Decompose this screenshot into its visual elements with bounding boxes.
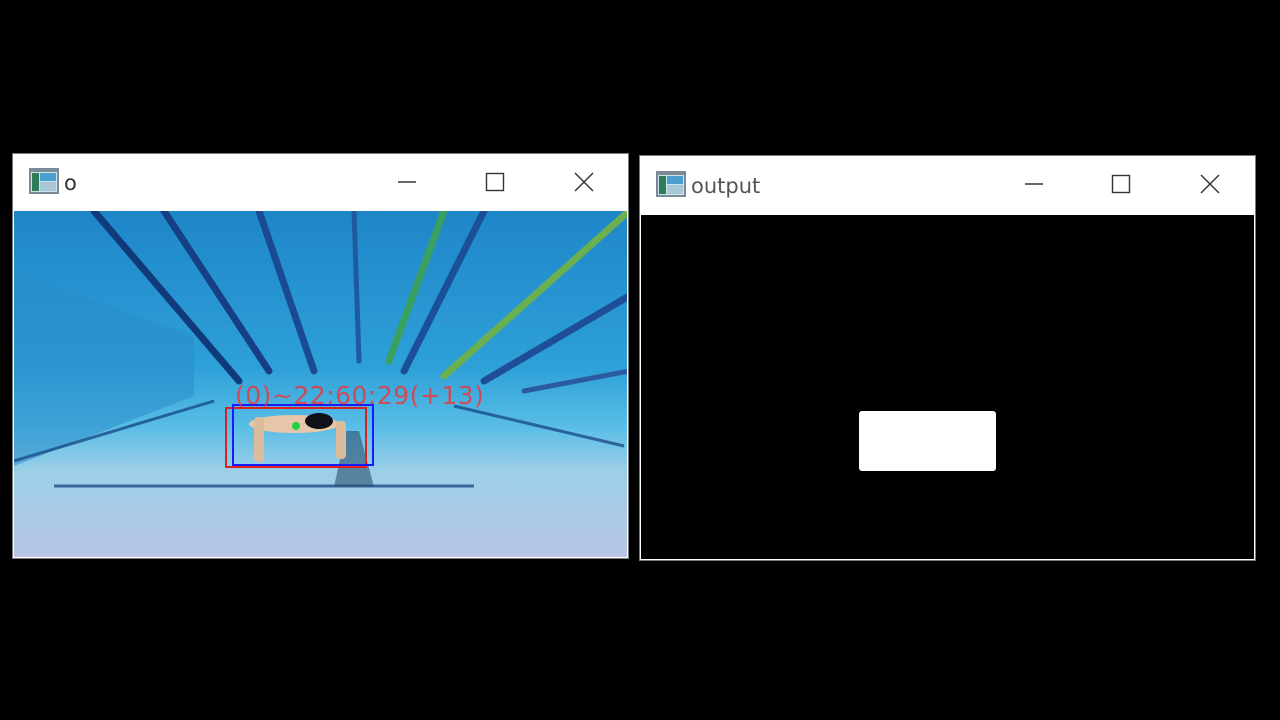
title-bar[interactable]: o bbox=[13, 154, 628, 211]
close-button[interactable] bbox=[561, 162, 607, 202]
maximize-button[interactable] bbox=[472, 162, 518, 202]
minimize-button[interactable] bbox=[384, 162, 430, 202]
minimize-icon bbox=[1025, 183, 1043, 185]
app-icon bbox=[656, 171, 686, 197]
foreground-blob bbox=[859, 411, 996, 471]
app-icon bbox=[29, 168, 59, 194]
window-title: o bbox=[64, 171, 77, 195]
close-icon bbox=[574, 172, 594, 192]
tracking-overlay-label: (0)~22:60:29(+13) bbox=[235, 381, 485, 410]
video-frame: (0)~22:60:29(+13) bbox=[14, 211, 627, 557]
close-button[interactable] bbox=[1187, 164, 1233, 204]
maximize-icon bbox=[1111, 174, 1131, 194]
window-output: output bbox=[639, 155, 1256, 561]
maximize-button[interactable] bbox=[1098, 164, 1144, 204]
title-bar[interactable]: output bbox=[640, 156, 1255, 215]
close-icon bbox=[1200, 174, 1220, 194]
window-title: output bbox=[691, 174, 761, 198]
minimize-button[interactable] bbox=[1011, 164, 1057, 204]
mask-frame bbox=[641, 215, 1254, 559]
minimize-icon bbox=[398, 181, 416, 183]
maximize-icon bbox=[485, 172, 505, 192]
window-o: o (0)~22:60:29(+13) bbox=[12, 153, 629, 559]
